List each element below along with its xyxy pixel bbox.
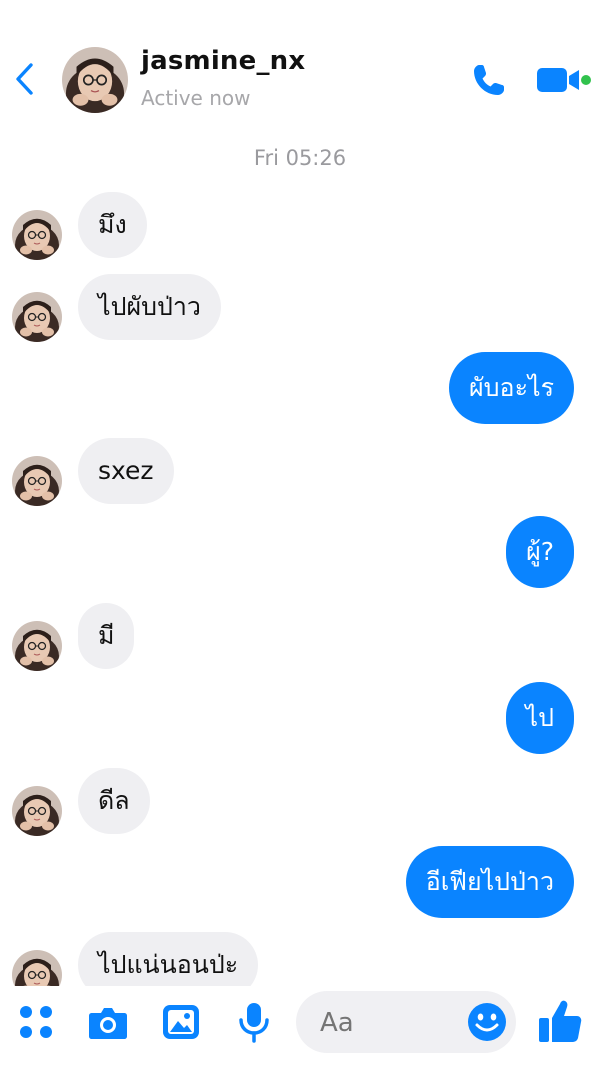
voice-call-button[interactable]	[471, 62, 507, 98]
outgoing-message[interactable]: ไป	[505, 682, 574, 754]
message-row: มึง	[0, 192, 600, 258]
back-button[interactable]	[12, 62, 38, 96]
microphone-icon	[239, 1003, 269, 1043]
outgoing-message[interactable]: อีเฟียไปป่าว	[405, 846, 574, 918]
message-row: ดีล	[0, 768, 600, 834]
phone-icon	[474, 65, 504, 95]
sender-avatar[interactable]	[12, 292, 62, 342]
message-row: ไปผับป่าว	[0, 274, 600, 340]
conversation-timestamp: Fri 05:26	[253, 146, 347, 170]
message-row: sxez	[0, 438, 600, 504]
contact-name[interactable]: jasmine_nx	[141, 46, 305, 76]
contact-avatar[interactable]	[62, 47, 128, 113]
message-row: ไป	[0, 682, 600, 754]
chevron-left-icon	[16, 63, 33, 95]
thumbs-up-icon	[539, 1000, 582, 1042]
apps-button[interactable]	[14, 1000, 58, 1044]
incoming-message[interactable]: มึง	[78, 192, 147, 258]
camera-button[interactable]	[86, 1000, 130, 1044]
emoji-button[interactable]	[466, 1001, 508, 1043]
outgoing-message[interactable]: ผับอะไร	[449, 352, 574, 424]
message-row: ผับอะไร	[0, 352, 600, 424]
sender-avatar[interactable]	[12, 786, 62, 836]
message-input[interactable]	[320, 1005, 460, 1041]
incoming-message[interactable]: ดีล	[78, 768, 150, 834]
outgoing-message[interactable]: ผู้?	[506, 516, 574, 588]
message-row: ผู้?	[0, 516, 600, 588]
gallery-icon	[163, 1005, 199, 1039]
emoji-icon	[468, 1003, 506, 1041]
gallery-button[interactable]	[159, 1000, 203, 1044]
incoming-message[interactable]: ไปผับป่าว	[78, 274, 221, 340]
sender-avatar[interactable]	[12, 210, 62, 260]
incoming-message[interactable]: มี	[78, 603, 135, 669]
apps-grid-icon	[20, 1006, 52, 1038]
voice-message-button[interactable]	[232, 1000, 276, 1044]
chat-header: jasmine_nx Active now	[0, 0, 600, 130]
video-camera-icon	[537, 68, 591, 92]
sender-avatar[interactable]	[12, 456, 62, 506]
message-row: อีเฟียไปป่าว	[0, 846, 600, 918]
send-like-button[interactable]	[536, 996, 584, 1046]
contact-status: Active now	[141, 86, 251, 110]
video-call-button[interactable]	[535, 62, 593, 98]
sender-avatar[interactable]	[12, 621, 62, 671]
message-row: มี	[0, 603, 600, 669]
incoming-message[interactable]: sxez	[78, 438, 174, 504]
camera-icon	[89, 1008, 127, 1039]
